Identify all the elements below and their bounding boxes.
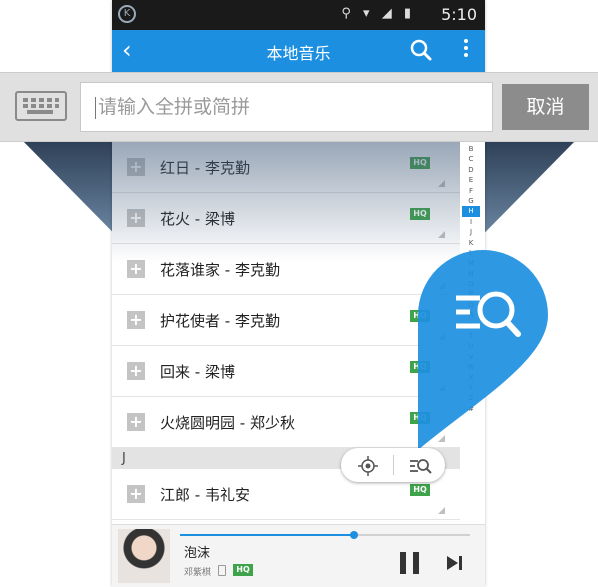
hq-badge: HQ bbox=[410, 208, 430, 220]
row-menu-corner-icon[interactable] bbox=[438, 180, 445, 187]
keyboard-icon[interactable] bbox=[15, 91, 67, 121]
song-title: 红日 - 李克勤 bbox=[160, 159, 250, 177]
search-placeholder: 请输入全拼或简拼 bbox=[98, 96, 251, 118]
add-icon[interactable]: + bbox=[127, 485, 145, 503]
song-row[interactable]: +护花使者 - 李克勤HQ bbox=[112, 295, 460, 346]
song-row[interactable]: + 花落谁家 - 李克勤 bbox=[112, 244, 460, 295]
more-menu-icon[interactable] bbox=[461, 36, 471, 64]
index-letter[interactable]: E bbox=[462, 175, 480, 185]
index-letter[interactable]: I bbox=[462, 217, 480, 227]
hq-badge: HQ bbox=[233, 564, 253, 576]
index-letter[interactable]: B bbox=[462, 144, 480, 154]
progress-fill bbox=[180, 534, 354, 536]
search-list-callout-icon bbox=[418, 250, 548, 450]
song-title: 回来 - 梁博 bbox=[160, 363, 235, 381]
row-menu-corner-icon[interactable] bbox=[438, 507, 445, 514]
hq-badge: HQ bbox=[410, 157, 430, 169]
status-icons: ⚲ ▾ ◢ ▮ bbox=[341, 6, 415, 21]
add-icon[interactable]: + bbox=[127, 311, 145, 329]
song-title: 护花使者 - 李克勤 bbox=[160, 312, 280, 330]
add-icon[interactable]: + bbox=[127, 260, 145, 278]
hq-badge: HQ bbox=[410, 484, 430, 496]
song-title: 花火 - 梁博 bbox=[160, 210, 235, 228]
index-letter[interactable]: K bbox=[462, 238, 480, 248]
add-icon[interactable]: + bbox=[127, 362, 145, 380]
index-letter[interactable]: J bbox=[462, 227, 480, 237]
app-bar: ‹ 本地音乐 bbox=[112, 30, 485, 72]
status-time: 5:10 bbox=[441, 5, 477, 24]
index-letter[interactable]: C bbox=[462, 154, 480, 164]
song-row[interactable]: +回来 - 梁博HQ bbox=[112, 346, 460, 397]
list-search-icon[interactable] bbox=[408, 454, 434, 478]
song-title: 花落谁家 - 李克勤 bbox=[160, 261, 280, 279]
song-row[interactable]: +火烧圆明园 - 郑少秋HQ bbox=[112, 397, 460, 448]
pill-divider bbox=[393, 455, 394, 475]
index-letter[interactable]: D bbox=[462, 165, 480, 175]
app-notification-icon: K bbox=[118, 5, 136, 23]
add-icon[interactable]: + bbox=[127, 158, 145, 176]
device-icon bbox=[218, 565, 226, 576]
index-letter[interactable]: H bbox=[462, 206, 480, 217]
status-bar: K ⚲ ▾ ◢ ▮ 5:10 bbox=[112, 0, 485, 30]
progress-knob[interactable] bbox=[350, 531, 358, 539]
add-icon[interactable]: + bbox=[127, 209, 145, 227]
pause-button[interactable] bbox=[400, 552, 420, 574]
index-letter[interactable]: F bbox=[462, 186, 480, 196]
progress-bar[interactable] bbox=[180, 531, 470, 539]
now-playing-title: 泡沫 bbox=[184, 546, 211, 561]
add-icon[interactable]: + bbox=[127, 413, 145, 431]
row-menu-corner-icon[interactable] bbox=[438, 231, 445, 238]
search-bar: 请输入全拼或简拼 取消 bbox=[0, 72, 598, 142]
index-letter[interactable]: G bbox=[462, 196, 480, 206]
next-track-icon[interactable] bbox=[446, 555, 464, 571]
mini-player[interactable]: 泡沫 邓紫棋 HQ bbox=[112, 524, 485, 587]
cancel-button[interactable]: 取消 bbox=[502, 84, 589, 130]
album-cover[interactable] bbox=[118, 529, 170, 583]
now-playing-artist: 邓紫棋 bbox=[184, 568, 212, 578]
song-row[interactable]: + 花火 - 梁博 HQ bbox=[112, 193, 460, 244]
locate-icon[interactable] bbox=[356, 454, 380, 478]
song-title: 火烧圆明园 - 郑少秋 bbox=[160, 414, 295, 432]
song-title: 江郎 - 韦礼安 bbox=[160, 486, 250, 504]
search-icon[interactable] bbox=[409, 38, 433, 62]
song-row[interactable]: + 红日 - 李克勤 HQ bbox=[112, 142, 460, 193]
search-input[interactable]: 请输入全拼或简拼 bbox=[80, 82, 493, 132]
